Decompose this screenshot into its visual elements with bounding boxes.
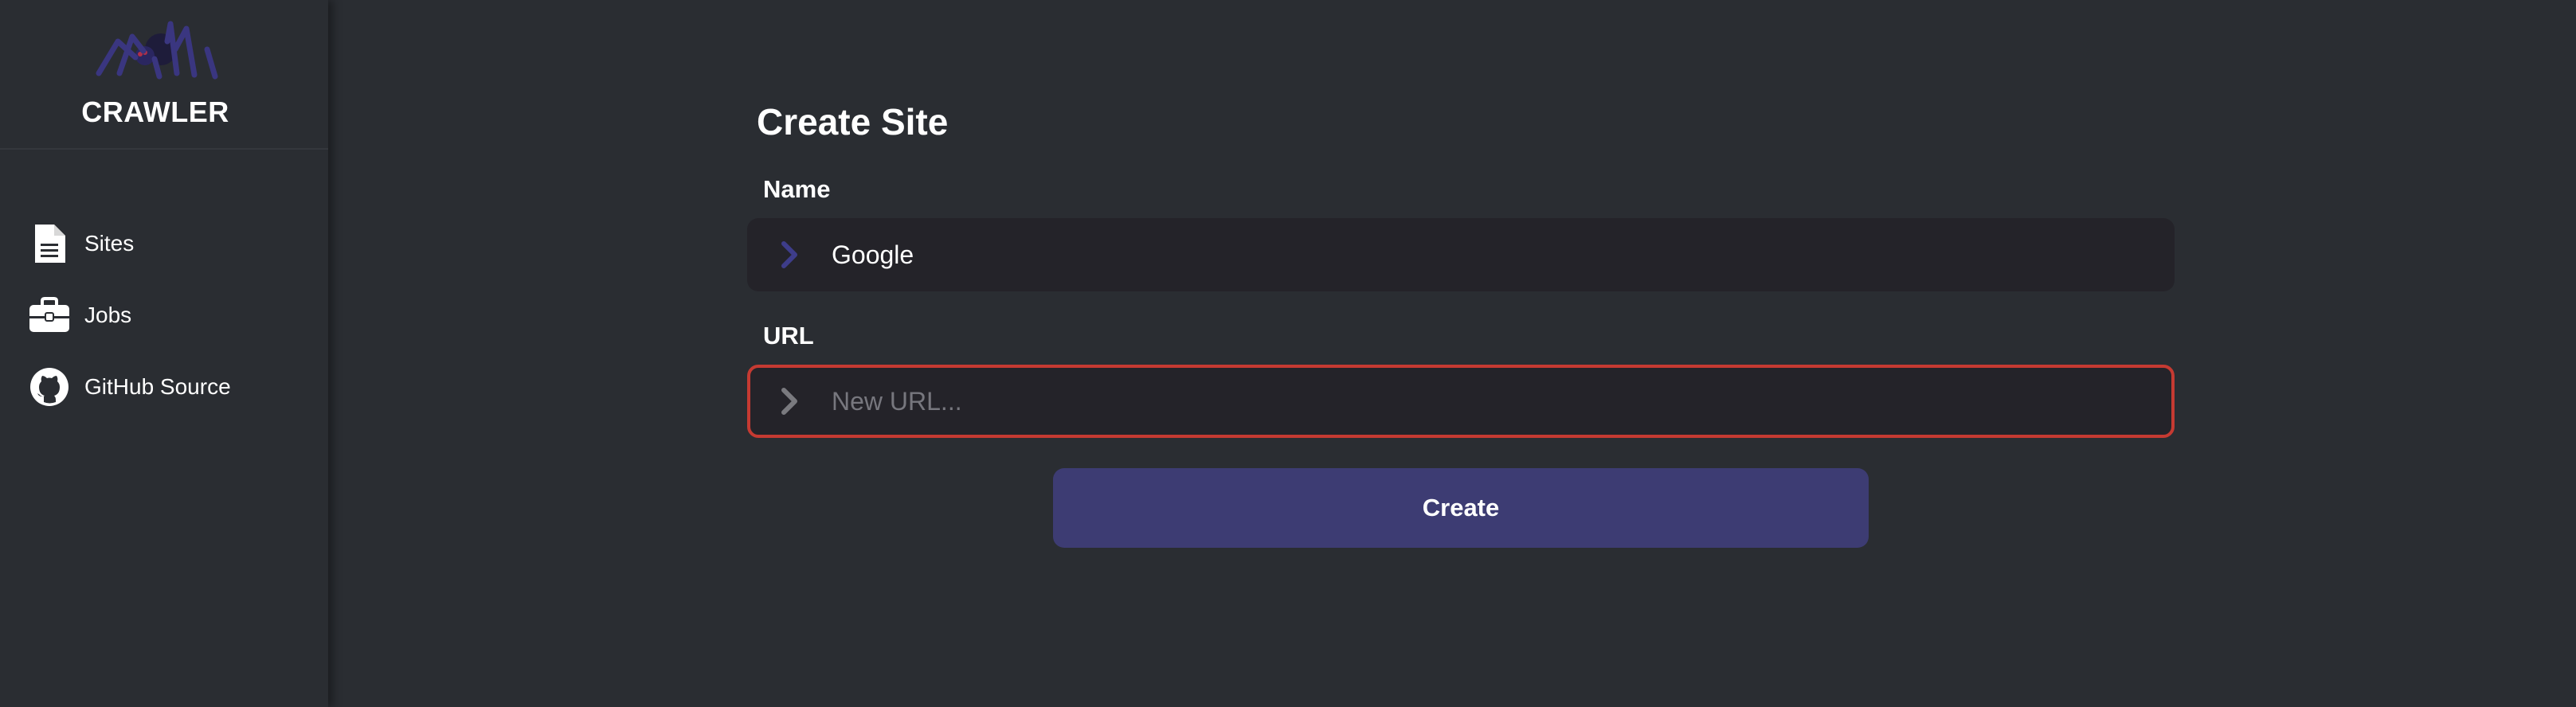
create-button[interactable]: Create <box>1053 468 1869 548</box>
sidebar: CRAWLER Sites Jobs GitHub Source <box>0 0 328 707</box>
main-content: Create Site Name URL Create <box>328 0 2576 707</box>
name-input[interactable] <box>830 222 2175 287</box>
url-field-label: URL <box>763 322 814 350</box>
name-field-label: Name <box>763 175 831 203</box>
sidebar-item-jobs[interactable]: Jobs <box>29 291 315 339</box>
app-root: CRAWLER Sites Jobs GitHub Source Create … <box>0 0 2576 707</box>
briefcase-icon <box>29 295 70 336</box>
sidebar-item-label: Jobs <box>84 303 132 327</box>
url-input-container <box>747 365 2175 438</box>
url-input[interactable] <box>830 369 2171 434</box>
chevron-right-icon <box>777 385 819 417</box>
sidebar-item-label: GitHub Source <box>84 374 231 399</box>
spider-logo-icon <box>96 21 218 80</box>
name-input-container <box>747 218 2175 291</box>
brand-title: CRAWLER <box>81 96 229 128</box>
github-icon <box>29 366 70 408</box>
chevron-right-icon <box>777 239 819 271</box>
sidebar-item-label: Sites <box>84 231 135 256</box>
sidebar-item-github-source[interactable]: GitHub Source <box>29 363 315 411</box>
page-title: Create Site <box>757 101 949 143</box>
sidebar-item-sites[interactable]: Sites <box>29 220 315 268</box>
file-icon <box>29 223 70 264</box>
brand-header: CRAWLER <box>0 0 328 150</box>
